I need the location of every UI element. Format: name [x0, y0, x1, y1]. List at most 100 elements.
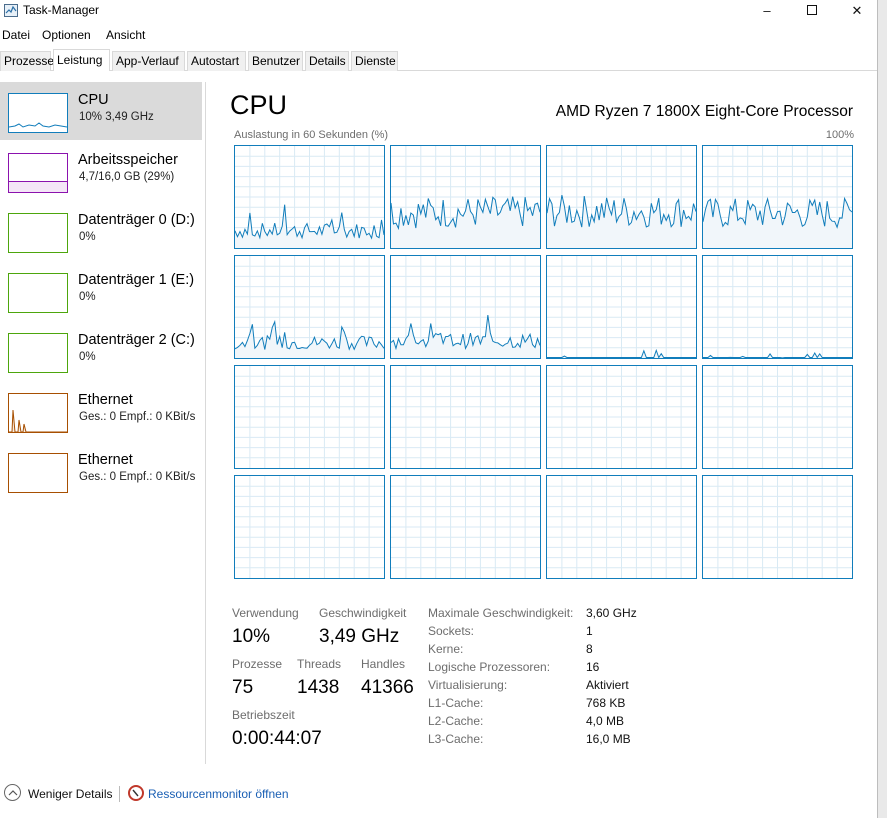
spec-label: Virtualisierung: [428, 678, 508, 692]
graph-area [235, 366, 384, 468]
logical-processor-graph [546, 365, 697, 469]
tab-benutzer[interactable]: Benutzer [248, 51, 303, 71]
graph-area [235, 146, 384, 248]
spec-label: L1-Cache: [428, 696, 484, 710]
logical-processor-graph [234, 145, 385, 249]
logical-processor-graph [234, 475, 385, 579]
disk-2-thumbnail [8, 333, 68, 373]
sidebar-item-disk-1[interactable]: Datenträger 1 (E:) 0% [0, 262, 202, 320]
sidebar-item-value: 0% [79, 231, 96, 243]
spec-value: 4,0 MB [586, 714, 625, 728]
sidebar-item-ethernet-2[interactable]: Ethernet Ges.: 0 Empf.: 0 KBit/s [0, 442, 202, 500]
graph-area [703, 256, 852, 358]
ethernet-2-thumbnail [8, 453, 68, 493]
uptime-value: 0:00:44:07 [232, 728, 322, 749]
resource-monitor-link[interactable]: Ressourcenmonitor öffnen [148, 787, 289, 801]
spec-value: Aktiviert [586, 678, 629, 692]
sidebar: CPU 10% 3,49 GHz Arbeitsspeicher 4,7/16,… [0, 82, 205, 762]
disk-0-thumbnail [8, 213, 68, 253]
graph-area [703, 366, 852, 468]
handles-value: 41366 [361, 677, 414, 698]
spec-label: Kerne: [428, 642, 464, 656]
tab-prozesse[interactable]: Prozesse [0, 51, 54, 71]
sidebar-item-label: Ethernet [78, 452, 133, 468]
processor-model: AMD Ryzen 7 1800X Eight-Core Processor [555, 103, 853, 120]
tab-dienste[interactable]: Dienste [351, 51, 398, 71]
logical-processor-graph [390, 145, 541, 249]
threads-value: 1438 [297, 677, 340, 698]
logical-processor-graph [702, 365, 853, 469]
graph-area [547, 366, 696, 468]
graph-area [235, 256, 384, 358]
logical-processor-graph [702, 475, 853, 579]
tab-leistung[interactable]: Leistung [53, 49, 110, 71]
window-title: Task-Manager [23, 3, 100, 17]
sidebar-item-disk-0[interactable]: Datenträger 0 (D:) 0% [0, 202, 202, 260]
fewer-details-button[interactable]: Weniger Details [28, 787, 112, 801]
sidebar-item-label: Arbeitsspeicher [78, 152, 178, 168]
memory-fill [9, 181, 67, 192]
minimize-button[interactable]: – [744, 0, 790, 22]
sidebar-item-label: Datenträger 0 (D:) [78, 212, 195, 228]
footer-separator [119, 786, 120, 802]
usage-value: 10% [232, 626, 271, 647]
graph-area [391, 256, 540, 358]
maximize-icon [807, 5, 817, 16]
logical-processor-graph [546, 475, 697, 579]
spec-label: Sockets: [428, 624, 475, 638]
graph-area [391, 476, 540, 578]
graph-area [235, 476, 384, 578]
logical-processor-graph [234, 255, 385, 359]
tab-autostart[interactable]: Autostart [187, 51, 246, 71]
close-icon: ✕ [851, 3, 863, 18]
graph-caption: Auslastung in 60 Sekunden (%) [234, 129, 389, 141]
graph-area [547, 476, 696, 578]
logical-processor-graph [390, 255, 541, 359]
sidebar-item-ethernet-1[interactable]: Ethernet Ges.: 0 Empf.: 0 KBit/s [0, 382, 202, 440]
sidebar-item-value: Ges.: 0 Empf.: 0 KBit/s [79, 471, 196, 483]
sidebar-divider [205, 82, 206, 764]
sidebar-item-label: CPU [78, 92, 109, 108]
sidebar-item-label: Datenträger 1 (E:) [78, 272, 195, 288]
spec-value: 1 [586, 624, 593, 638]
tab-details[interactable]: Details [305, 51, 349, 71]
sidebar-item-disk-2[interactable]: Datenträger 2 (C:) 0% [0, 322, 202, 380]
maximize-button[interactable] [789, 0, 835, 22]
logical-processor-graph [546, 255, 697, 359]
minimize-icon: – [763, 3, 771, 18]
background-window-edge [877, 0, 887, 818]
spec-label: Logische Prozessoren: [428, 660, 551, 674]
graph-area [391, 146, 540, 248]
sidebar-item-label: Ethernet [78, 392, 133, 408]
sidebar-item-memory[interactable]: Arbeitsspeicher 4,7/16,0 GB (29%) [0, 142, 202, 200]
menu-ansicht[interactable]: Ansicht [106, 28, 145, 42]
logical-processor-graph [546, 145, 697, 249]
graph-area [391, 366, 540, 468]
menu-bar: Datei Optionen Ansicht [0, 25, 877, 45]
logical-processor-graph [702, 145, 853, 249]
footer: Weniger Details Ressourcenmonitor öffnen [0, 780, 877, 810]
close-button[interactable]: ✕ [834, 0, 880, 22]
spec-value: 16,0 MB [586, 732, 631, 746]
logical-processor-graphs [234, 145, 854, 580]
graph-area [703, 146, 852, 248]
menu-datei[interactable]: Datei [2, 28, 30, 42]
spec-value: 16 [586, 660, 600, 674]
menu-optionen[interactable]: Optionen [42, 28, 91, 42]
graph-max-label: 100% [825, 129, 854, 141]
logical-processor-graph [702, 255, 853, 359]
title-bar: Task-Manager – ✕ [0, 0, 877, 22]
processes-value: 75 [232, 677, 254, 698]
chevron-up-icon[interactable] [4, 784, 21, 801]
sidebar-item-cpu[interactable]: CPU 10% 3,49 GHz [0, 82, 202, 140]
spec-value: 8 [586, 642, 593, 656]
threads-label: Threads [297, 657, 342, 671]
spec-label: Maximale Geschwindigkeit: [428, 606, 574, 620]
memory-thumbnail [8, 153, 68, 193]
handles-label: Handles [361, 657, 406, 671]
sidebar-item-value: 10% 3,49 GHz [79, 111, 154, 123]
sidebar-item-value: 0% [79, 291, 96, 303]
tab-app-verlauf[interactable]: App-Verlauf [112, 51, 185, 71]
task-manager-icon [4, 4, 18, 17]
resource-monitor-icon [128, 785, 144, 801]
